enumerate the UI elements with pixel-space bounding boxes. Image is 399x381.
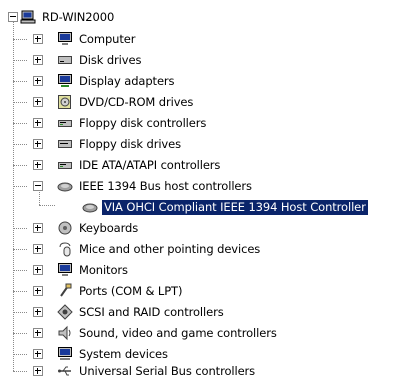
tree-item-label: Monitors: [79, 262, 128, 277]
connector: [13, 291, 27, 292]
root-collapse-toggle[interactable]: [8, 12, 18, 22]
tree-item-keyboards[interactable]: Keyboards: [57, 219, 140, 237]
ieee1394-device-icon: [82, 199, 98, 215]
tree-item-label: IEEE 1394 Bus host controllers: [79, 178, 252, 193]
connector: [13, 123, 27, 124]
tree-item-mice[interactable]: Mice and other pointing devices: [57, 240, 262, 258]
system-icon: [57, 346, 73, 362]
connector: [13, 354, 27, 355]
expand-dvd-cdrom-toggle[interactable]: [33, 97, 43, 107]
expand-disk-drives-toggle[interactable]: [33, 55, 43, 65]
tree-item-label: Disk drives: [79, 52, 142, 67]
expand-system-devices-toggle[interactable]: [33, 349, 43, 359]
mouse-icon: [57, 241, 73, 257]
disk-drive-icon: [57, 52, 73, 68]
connector: [13, 371, 27, 372]
tree-item-label: SCSI and RAID controllers: [79, 304, 224, 319]
tree-item-scsi-raid[interactable]: SCSI and RAID controllers: [57, 303, 226, 321]
tree-item-ieee1394-controllers[interactable]: IEEE 1394 Bus host controllers: [57, 177, 254, 195]
tree-item-computer[interactable]: Computer: [57, 30, 137, 48]
floppy-drive-icon: [57, 136, 73, 152]
tree-item-floppy-disk-drives[interactable]: Floppy disk drives: [57, 135, 183, 153]
scsi-icon: [57, 304, 73, 320]
tree-item-label: Universal Serial Bus controllers: [79, 363, 256, 378]
expand-mice-toggle[interactable]: [33, 244, 43, 254]
expand-ports-toggle[interactable]: [33, 286, 43, 296]
tree-item-monitors[interactable]: Monitors: [57, 261, 130, 279]
tree-item-disk-drives[interactable]: Disk drives: [57, 51, 143, 69]
connector: [13, 333, 27, 334]
tree-item-display-adapters[interactable]: Display adapters: [57, 72, 176, 90]
keyboard-icon: [57, 220, 73, 236]
expand-scsi-toggle[interactable]: [33, 307, 43, 317]
floppy-controller-icon: [57, 115, 73, 131]
tree-root[interactable]: RD-WIN2000: [20, 8, 116, 26]
monitor-icon: [57, 262, 73, 278]
tree-item-label: Computer: [79, 31, 136, 46]
connector: [13, 270, 27, 271]
tree-item-dvd-cdrom-drives[interactable]: DVD/CD-ROM drives: [57, 93, 195, 111]
expand-floppy-controllers-toggle[interactable]: [33, 118, 43, 128]
collapse-ieee1394-toggle[interactable]: [33, 181, 43, 191]
connector: [13, 144, 27, 145]
tree-item-ports[interactable]: Ports (COM & LPT): [57, 282, 184, 300]
expand-keyboards-toggle[interactable]: [33, 223, 43, 233]
connector: [13, 228, 27, 229]
usb-icon: [57, 363, 73, 379]
tree-item-floppy-disk-controllers[interactable]: Floppy disk controllers: [57, 114, 208, 132]
expand-computer-toggle[interactable]: [33, 34, 43, 44]
tree-item-via-ohci-controller[interactable]: VIA OHCI Compliant IEEE 1394 Host Contro…: [82, 198, 368, 216]
display-adapter-icon: [57, 73, 73, 89]
sound-icon: [57, 325, 73, 341]
tree-item-label: Sound, video and game controllers: [79, 325, 277, 340]
ieee1394-icon: [57, 178, 73, 194]
tree-item-label: VIA OHCI Compliant IEEE 1394 Host Contro…: [102, 199, 368, 215]
tree-item-sound-video-game[interactable]: Sound, video and game controllers: [57, 324, 279, 342]
expand-floppy-drives-toggle[interactable]: [33, 139, 43, 149]
tree-item-label: Keyboards: [79, 220, 139, 235]
device-tree: RD-WIN2000 Computer Disk drives Display …: [0, 0, 399, 381]
expand-ide-controllers-toggle[interactable]: [33, 160, 43, 170]
computer-icon: [20, 9, 36, 25]
expand-usb-toggle[interactable]: [33, 366, 43, 376]
connector: [13, 102, 27, 103]
tree-item-label: Floppy disk drives: [79, 136, 182, 151]
tree-trunk-line: [13, 22, 14, 371]
connector: [13, 249, 27, 250]
expand-monitors-toggle[interactable]: [33, 265, 43, 275]
ieee-child-connector: [39, 205, 55, 206]
tree-item-usb-controllers[interactable]: Universal Serial Bus controllers: [57, 362, 257, 380]
tree-item-ide-controllers[interactable]: IDE ATA/ATAPI controllers: [57, 156, 222, 174]
connector: [13, 165, 27, 166]
tree-item-label: System devices: [79, 346, 168, 361]
tree-item-label: Floppy disk controllers: [79, 115, 207, 130]
tree-item-system-devices[interactable]: System devices: [57, 345, 170, 363]
tree-item-label: IDE ATA/ATAPI controllers: [79, 157, 221, 172]
connector: [13, 81, 27, 82]
monitor-icon: [57, 31, 73, 47]
connector: [13, 186, 27, 187]
connector: [13, 39, 27, 40]
cdrom-icon: [57, 94, 73, 110]
tree-item-label: DVD/CD-ROM drives: [79, 94, 194, 109]
tree-item-label: Mice and other pointing devices: [79, 241, 261, 256]
tree-item-label: Ports (COM & LPT): [79, 283, 183, 298]
expand-display-adapters-toggle[interactable]: [33, 76, 43, 86]
root-label: RD-WIN2000: [42, 9, 115, 24]
tree-item-label: Display adapters: [79, 73, 175, 88]
port-icon: [57, 283, 73, 299]
ide-controller-icon: [57, 157, 73, 173]
connector: [13, 60, 27, 61]
expand-sound-toggle[interactable]: [33, 328, 43, 338]
connector: [13, 312, 27, 313]
ieee-branch-line: [39, 190, 40, 205]
